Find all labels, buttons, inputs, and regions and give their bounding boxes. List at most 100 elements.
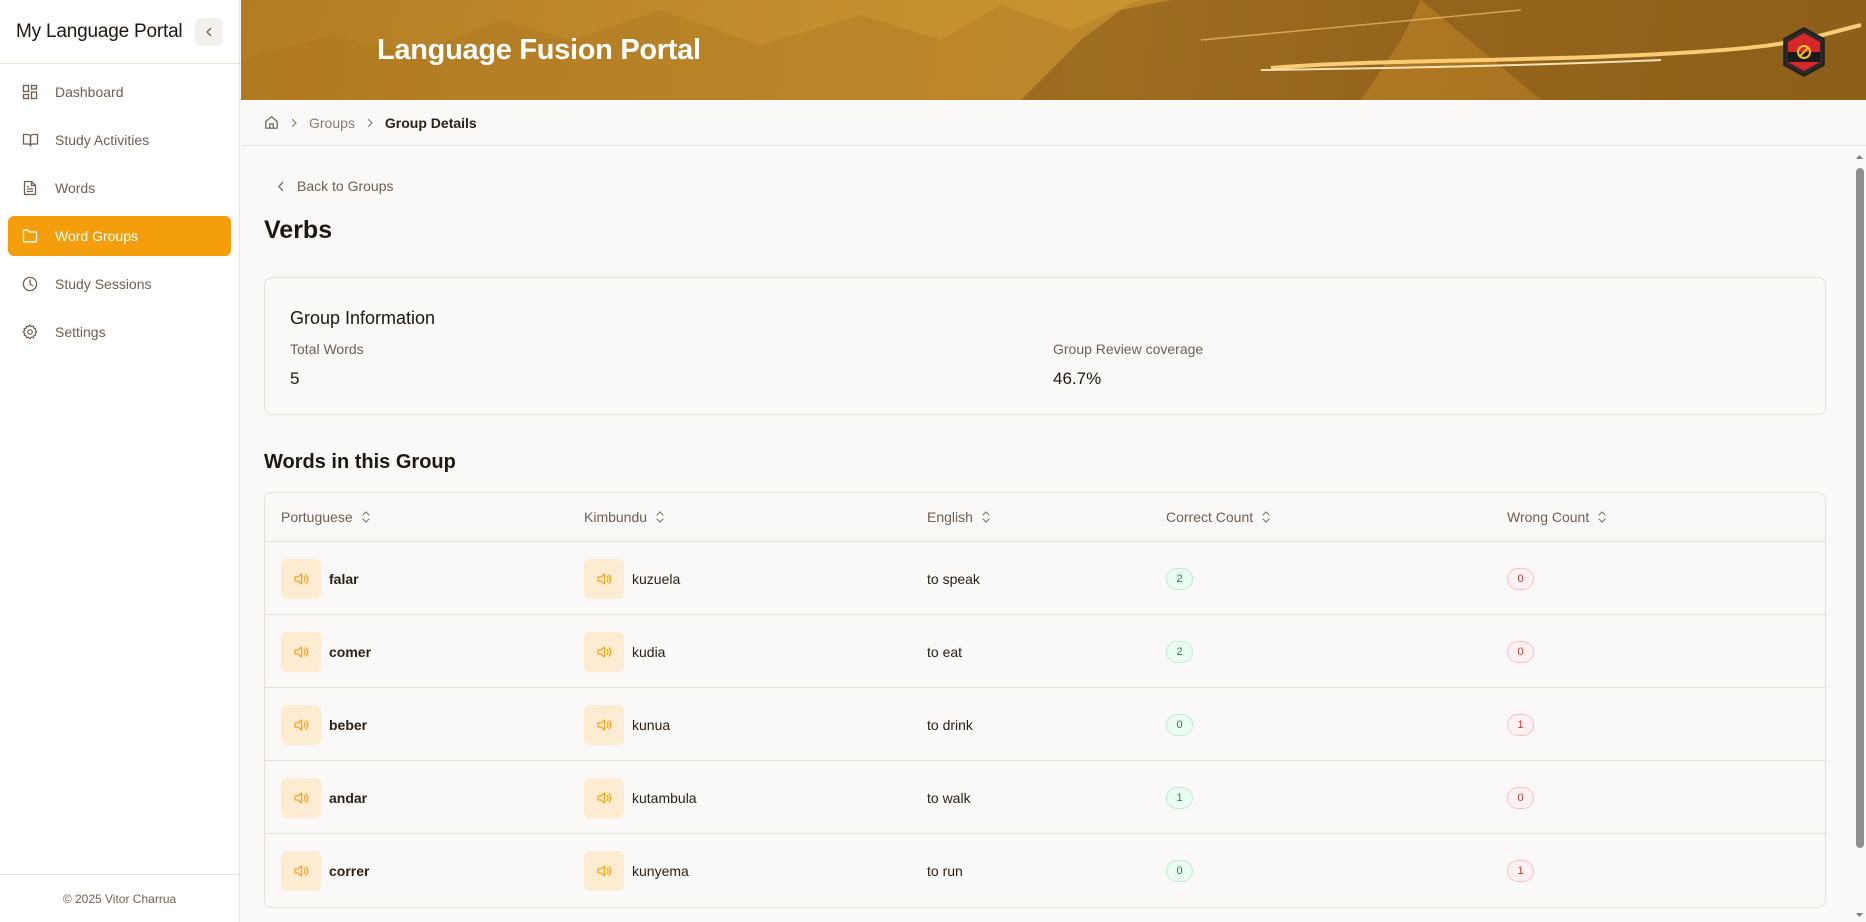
sidebar-item-label: Dashboard: [55, 84, 124, 100]
sidebar-item-study-activities[interactable]: Study Activities: [8, 120, 231, 160]
breadcrumb-current: Group Details: [384, 114, 477, 131]
column-label: English: [927, 509, 973, 525]
play-portuguese-audio-button[interactable]: [281, 558, 321, 599]
sidebar-item-study-sessions[interactable]: Study Sessions: [8, 264, 231, 304]
coverage-label: Group Review coverage: [1053, 341, 1204, 357]
kimbundu-word: kuzuela: [632, 570, 681, 587]
speaker-icon: [294, 718, 309, 731]
english-word: to speak: [927, 570, 980, 587]
column-header-kimbundu[interactable]: Kimbundu: [584, 509, 665, 525]
column-header-correct-count[interactable]: Correct Count: [1166, 509, 1271, 525]
english-word: to eat: [927, 643, 963, 660]
speaker-icon: [597, 718, 612, 731]
back-label: Back to Groups: [297, 178, 394, 194]
english-word: to run: [927, 862, 963, 879]
vertical-scrollbar[interactable]: [1853, 146, 1866, 922]
sort-icon: [655, 510, 665, 524]
speaker-icon: [597, 791, 612, 804]
group-information-heading: Group Information: [290, 308, 436, 328]
scroll-up-arrow-icon[interactable]: [1853, 152, 1866, 162]
table-row: falar kuzuela to speak 2 0: [265, 542, 1825, 615]
collapse-sidebar-button[interactable]: [195, 17, 223, 46]
wrong-count-badge: 1: [1507, 859, 1534, 882]
sidebar-nav: Dashboard Study Activities Words Word Gr…: [0, 64, 239, 352]
document-icon: [21, 179, 39, 197]
table-row: comer kudia to eat 2 0: [265, 615, 1825, 688]
coverage-value: 46.7%: [1053, 369, 1102, 388]
group-information-card: Group Information Total Words 5 Group Re…: [264, 277, 1826, 415]
sidebar-item-words[interactable]: Words: [8, 168, 231, 208]
chevron-left-icon: [206, 27, 212, 36]
play-portuguese-audio-button[interactable]: [281, 777, 321, 818]
sort-icon: [361, 510, 371, 524]
english-word: to drink: [927, 716, 973, 733]
correct-count-badge: 2: [1166, 640, 1193, 663]
scroll-down-arrow-icon[interactable]: [1853, 910, 1866, 920]
wrong-count-badge: 0: [1507, 567, 1534, 590]
sidebar-item-label: Settings: [55, 324, 106, 340]
wrong-count-badge: 0: [1507, 786, 1534, 809]
kimbundu-word: kunyema: [632, 862, 689, 879]
sidebar-title: My Language Portal: [16, 20, 183, 42]
sidebar-footer: © 2025 Vitor Charrua: [0, 874, 239, 922]
portuguese-word: comer: [329, 643, 372, 660]
chevron-right-icon: [290, 118, 298, 128]
total-words-value: 5: [290, 369, 300, 388]
portuguese-word: andar: [329, 789, 368, 806]
kimbundu-word: kutambula: [632, 789, 697, 806]
words-section-title: Words in this Group: [264, 451, 456, 473]
correct-count-badge: 0: [1166, 859, 1193, 882]
play-kimbundu-audio-button[interactable]: [584, 704, 624, 745]
page-title: Verbs: [264, 216, 333, 244]
back-to-groups-link[interactable]: Back to Groups: [277, 178, 394, 194]
banner: Language Fusion Portal: [241, 0, 1866, 100]
table-row: beber kunua to drink 0 1: [265, 688, 1825, 761]
play-kimbundu-audio-button[interactable]: [584, 850, 624, 891]
scrollbar-thumb[interactable]: [1856, 168, 1864, 848]
table-header: Portuguese Kimbundu English Correct Coun…: [265, 493, 1825, 542]
correct-count-badge: 1: [1166, 786, 1193, 809]
speaker-icon: [294, 645, 309, 658]
book-icon: [21, 131, 39, 149]
total-words-label: Total Words: [290, 341, 364, 357]
column-label: Portuguese: [281, 509, 353, 525]
sort-icon: [1597, 510, 1607, 524]
sidebar-item-label: Word Groups: [55, 228, 138, 244]
table-row: andar kutambula to walk 1 0: [265, 761, 1825, 834]
home-icon[interactable]: [264, 115, 279, 130]
clock-icon: [21, 275, 39, 293]
speaker-icon: [294, 572, 309, 585]
play-portuguese-audio-button[interactable]: [281, 704, 321, 745]
portuguese-word: falar: [329, 570, 359, 587]
dashboard-icon: [21, 83, 39, 101]
breadcrumb-groups-link[interactable]: Groups: [309, 115, 355, 131]
play-kimbundu-audio-button[interactable]: [584, 558, 624, 599]
column-label: Wrong Count: [1507, 509, 1590, 525]
chevron-left-icon: [277, 181, 285, 192]
play-kimbundu-audio-button[interactable]: [584, 631, 624, 672]
sidebar-item-label: Words: [55, 180, 96, 196]
english-word: to walk: [927, 789, 971, 806]
play-portuguese-audio-button[interactable]: [281, 850, 321, 891]
sort-icon: [981, 510, 991, 524]
speaker-icon: [597, 645, 612, 658]
breadcrumb: Groups Group Details: [241, 100, 1866, 146]
sidebar-item-dashboard[interactable]: Dashboard: [8, 72, 231, 112]
column-header-english[interactable]: English: [927, 509, 991, 525]
play-portuguese-audio-button[interactable]: [281, 631, 321, 672]
folder-icon: [21, 227, 39, 245]
portuguese-word: beber: [329, 716, 368, 733]
wrong-count-badge: 1: [1507, 713, 1534, 736]
column-header-portuguese[interactable]: Portuguese: [281, 509, 371, 525]
kimbundu-word: kudia: [632, 643, 666, 660]
gear-icon: [21, 323, 39, 341]
wrong-count-badge: 0: [1507, 640, 1534, 663]
play-kimbundu-audio-button[interactable]: [584, 777, 624, 818]
chevron-right-icon: [366, 118, 374, 128]
made-in-angola-badge: [1783, 27, 1825, 77]
sidebar-item-settings[interactable]: Settings: [8, 312, 231, 352]
table-row: correr kunyema to run 0 1: [265, 834, 1825, 907]
sidebar-item-word-groups[interactable]: Word Groups: [8, 216, 231, 256]
column-header-wrong-count[interactable]: Wrong Count: [1507, 509, 1607, 525]
main-content: Back to Groups Verbs Group Information T…: [241, 146, 1853, 922]
